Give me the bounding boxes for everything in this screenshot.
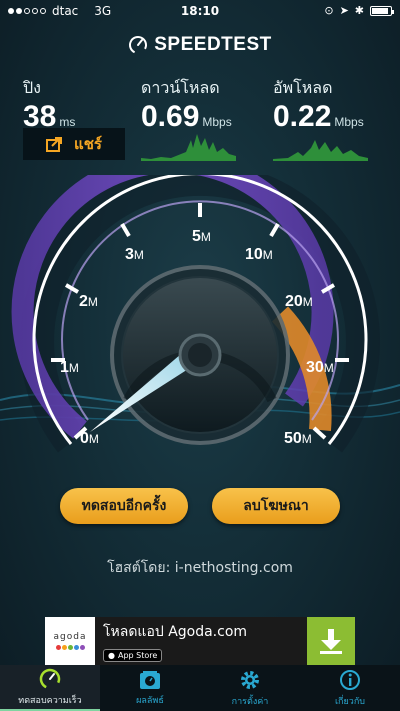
host-label: โฮสต์โดย: (107, 560, 171, 576)
ad-banner[interactable]: agoda โหลดแอป Agoda.com ● App Store (45, 617, 355, 665)
speed-gauge: 0M 1M 2M 3M 5M 10M 20M 30M 50M (0, 175, 400, 453)
speedometer-logo-icon (129, 36, 148, 54)
ping-metric: ปิง 38 ms (23, 76, 75, 133)
download-label: ดาวน์โหลด (141, 78, 220, 97)
gauge-label-3: 3M (125, 246, 144, 263)
tab-label: ทดสอบความเร็ว (18, 695, 82, 706)
share-icon (46, 137, 63, 152)
gauge-label-50: 50M (284, 430, 312, 447)
bluetooth-icon: ✱ (354, 4, 364, 17)
download-sparkline (141, 134, 236, 161)
gauge-label-0: 0M (80, 430, 99, 447)
tab-label: ผลลัพธ์ (136, 695, 164, 706)
gauge-label-10: 10M (245, 246, 273, 263)
gauge-label-1: 1M (60, 359, 79, 376)
retest-button[interactable]: ทดสอบอีกครั้ง (60, 488, 188, 524)
upload-label: อัพโหลด (273, 78, 333, 97)
ping-label: ปิง (23, 78, 41, 97)
upload-metric: อัพโหลด 0.22 Mbps (273, 76, 364, 133)
apple-icon: ● (108, 650, 115, 660)
results-icon (140, 670, 160, 689)
upload-sparkline (273, 140, 368, 161)
tab-speedtest[interactable]: ทดสอบความเร็ว (0, 665, 100, 711)
tab-about[interactable]: เกี่ยวกับ (300, 665, 400, 711)
ad-download-button[interactable] (307, 617, 355, 665)
lock-rotation-icon: ⊙ (324, 4, 334, 17)
battery-icon (370, 5, 394, 16)
host-name: i-nethosting.com (174, 560, 293, 576)
status-bar: dtac 3G 18:10 ⊙ ➤ ✱ (0, 0, 400, 22)
info-icon (340, 669, 360, 690)
gauge-label-5: 5M (192, 228, 211, 245)
gauge-label-20: 20M (285, 293, 313, 310)
upload-unit: Mbps (334, 115, 364, 129)
download-unit: Mbps (202, 115, 232, 129)
gauge-label-2: 2M (79, 293, 98, 310)
tab-settings[interactable]: การตั้งค่า (200, 665, 300, 711)
ad-title: โหลดแอป Agoda.com (103, 623, 248, 640)
agoda-logo: agoda (45, 617, 95, 665)
share-button[interactable]: แชร์ (23, 128, 125, 160)
tab-results[interactable]: ผลลัพธ์ (100, 665, 200, 711)
app-logo: SPEEDTEST (0, 34, 400, 56)
share-label: แชร์ (74, 135, 102, 153)
gauge-label-30: 30M (306, 359, 334, 376)
app-store-badge[interactable]: ● App Store (103, 648, 163, 662)
tab-label: การตั้งค่า (231, 696, 269, 707)
download-icon (320, 629, 342, 654)
tab-bar: ทดสอบความเร็ว ผลลัพธ์ การตั้งค่า เกี่ยวก… (0, 665, 400, 711)
gear-icon (241, 670, 259, 689)
tab-label: เกี่ยวกับ (334, 696, 365, 707)
ping-unit: ms (59, 115, 76, 129)
app-title: SPEEDTEST (154, 34, 272, 55)
speedometer-icon (39, 668, 61, 689)
location-icon: ➤ (339, 4, 349, 17)
download-metric: ดาวน์โหลด 0.69 Mbps (141, 76, 232, 133)
host-info: โฮสต์โดย: i-nethosting.com (0, 557, 400, 579)
remove-ads-button[interactable]: ลบโฆษณา (212, 488, 340, 524)
